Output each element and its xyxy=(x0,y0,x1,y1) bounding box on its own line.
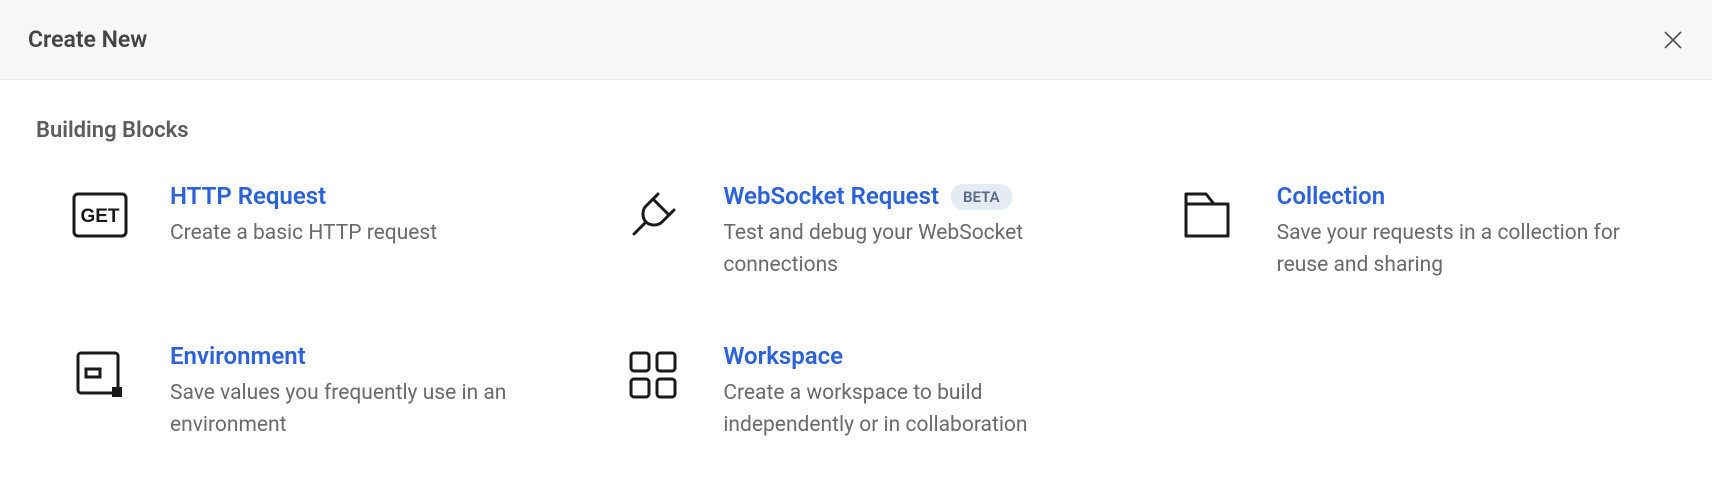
item-websocket-request[interactable]: WebSocket Request BETA Test and debug yo… xyxy=(589,181,1122,281)
item-body: Workspace Create a workspace to build in… xyxy=(723,341,1122,441)
environment-icon xyxy=(70,345,130,405)
item-body: Collection Save your requests in a colle… xyxy=(1277,181,1676,281)
building-blocks-grid: GET HTTP Request Create a basic HTTP req… xyxy=(36,181,1676,441)
item-body: Environment Save values you frequently u… xyxy=(170,341,569,441)
item-http-request[interactable]: GET HTTP Request Create a basic HTTP req… xyxy=(36,181,569,281)
item-description: Test and debug your WebSocket connection… xyxy=(723,218,1103,281)
item-description: Save values you frequently use in an env… xyxy=(170,378,550,441)
http-get-icon: GET xyxy=(70,185,130,245)
item-title-row: HTTP Request xyxy=(170,181,569,212)
item-title-row: Workspace xyxy=(723,341,1122,372)
item-title-row: WebSocket Request BETA xyxy=(723,181,1122,212)
item-environment[interactable]: Environment Save values you frequently u… xyxy=(36,341,569,441)
item-title-row: Environment xyxy=(170,341,569,372)
section-title: Building Blocks xyxy=(36,118,1676,143)
item-body: HTTP Request Create a basic HTTP request xyxy=(170,181,569,250)
dialog-header: Create New xyxy=(0,0,1712,80)
item-description: Create a workspace to build independentl… xyxy=(723,378,1103,441)
close-button[interactable] xyxy=(1662,29,1684,51)
item-collection[interactable]: Collection Save your requests in a colle… xyxy=(1143,181,1676,281)
folder-icon xyxy=(1177,185,1237,245)
item-title: WebSocket Request xyxy=(723,181,939,212)
svg-text:GET: GET xyxy=(80,206,119,227)
close-icon xyxy=(1662,29,1684,51)
item-title: Collection xyxy=(1277,181,1385,212)
item-title: Workspace xyxy=(723,341,843,372)
item-title-row: Collection xyxy=(1277,181,1676,212)
item-description: Create a basic HTTP request xyxy=(170,218,550,250)
grid-icon xyxy=(623,345,683,405)
item-title: HTTP Request xyxy=(170,181,326,212)
dialog-content: Building Blocks GET HTTP Request Create … xyxy=(0,80,1712,479)
item-title: Environment xyxy=(170,341,306,372)
dialog-title: Create New xyxy=(28,26,147,53)
beta-badge: BETA xyxy=(951,184,1012,210)
item-workspace[interactable]: Workspace Create a workspace to build in… xyxy=(589,341,1122,441)
plug-icon xyxy=(623,185,683,245)
item-description: Save your requests in a collection for r… xyxy=(1277,218,1657,281)
item-body: WebSocket Request BETA Test and debug yo… xyxy=(723,181,1122,281)
